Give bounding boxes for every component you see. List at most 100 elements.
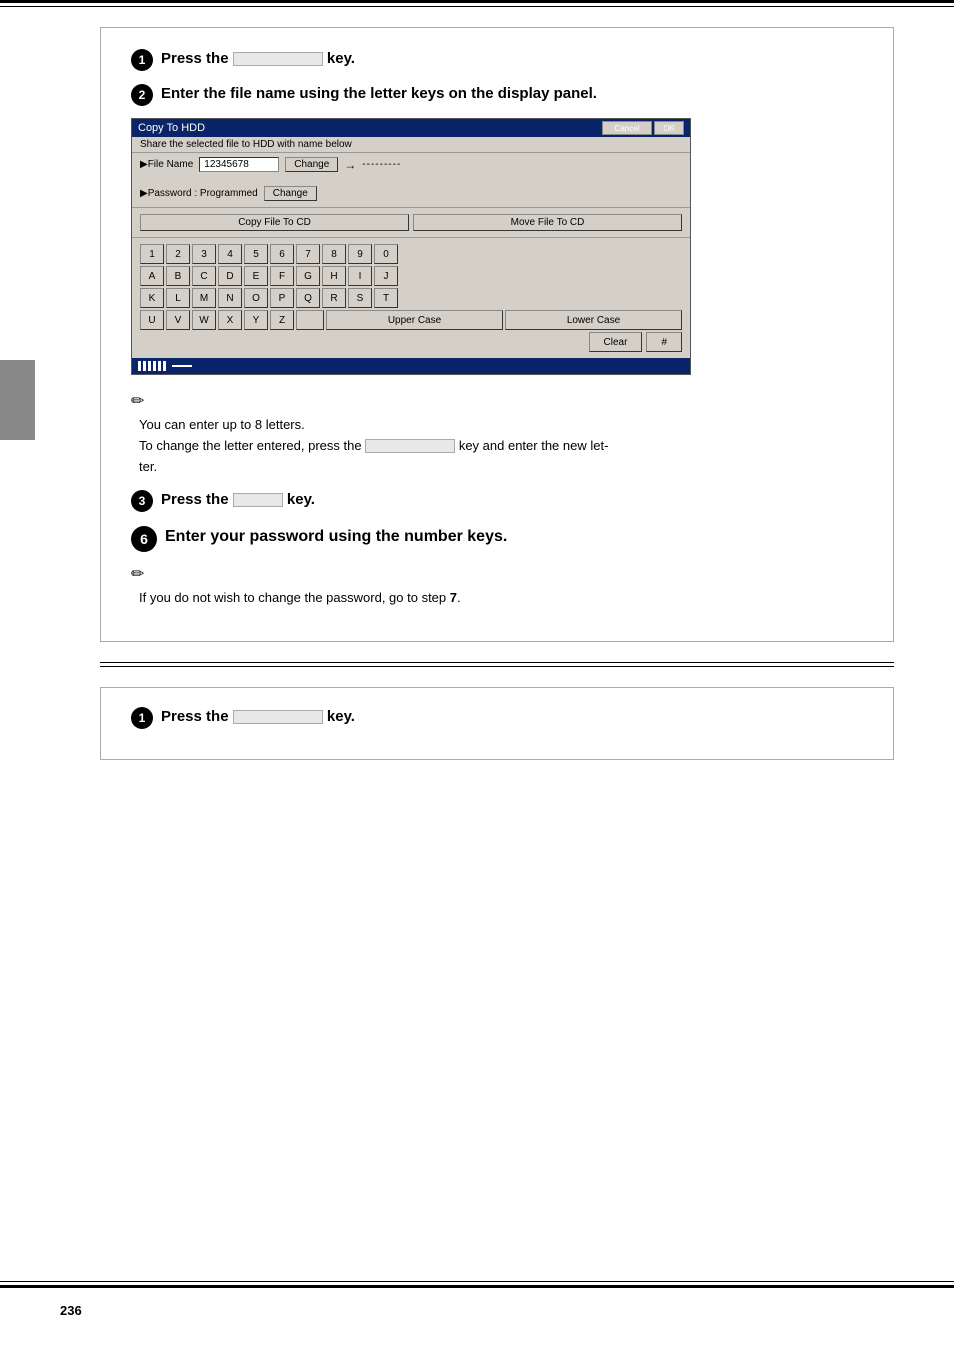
ui-filename-input[interactable]: 12345678 xyxy=(199,157,279,172)
step2-row: 2 2 Enter the file name using the letter… xyxy=(131,83,863,106)
kb-key-4[interactable]: 4 xyxy=(218,244,242,264)
kb-key-h[interactable]: H xyxy=(322,266,346,286)
ui-arrow: → xyxy=(344,158,356,172)
mid-divider-thin2 xyxy=(100,666,894,667)
ui-change-btn2[interactable]: Change xyxy=(264,186,317,201)
kb-key-0[interactable]: 0 xyxy=(374,244,398,264)
kb-key-7[interactable]: 7 xyxy=(296,244,320,264)
ui-dashes: --------- xyxy=(362,159,401,170)
kb-key-e[interactable]: E xyxy=(244,266,268,286)
ui-keyboard: 1 2 3 4 5 6 7 8 9 0 A B xyxy=(132,240,690,358)
kb-key-lowercase[interactable]: Lower Case xyxy=(505,310,682,330)
step1-suffix: key. xyxy=(327,50,355,67)
ui-title: Copy To HDD xyxy=(138,122,205,134)
step3-suffix: key. xyxy=(287,491,315,508)
kb-key-2[interactable]: 2 xyxy=(166,244,190,264)
kb-key-y[interactable]: Y xyxy=(244,310,268,330)
step3-row: 3 3 Press the key. xyxy=(131,489,863,512)
section1-box: 1 Press the key. 2 2 Enter the file name… xyxy=(100,27,894,642)
kb-key-5[interactable]: 5 xyxy=(244,244,268,264)
ui-password-label: ▶Password : Programmed xyxy=(140,188,258,199)
kb-key-3[interactable]: 3 xyxy=(192,244,216,264)
ui-status-bar xyxy=(132,358,690,374)
sec2-step1-circle: 1 xyxy=(131,707,153,729)
kb-key-t[interactable]: T xyxy=(374,288,398,308)
note1-section: ✏ You can enter up to 8 letters. To chan… xyxy=(131,391,863,477)
note2-section: ✏ If you do not wish to change the passw… xyxy=(131,564,863,609)
note1-line3: ter. xyxy=(139,457,863,478)
kb-row-a-j: A B C D E F G H I J xyxy=(140,266,682,286)
ui-status-line xyxy=(172,365,192,367)
ok-btn-title[interactable]: OK xyxy=(654,121,684,135)
kb-key-u[interactable]: U xyxy=(140,310,164,330)
step1-text: Press the key. xyxy=(161,48,355,69)
step3-key-placeholder xyxy=(233,493,283,507)
kb-key-l[interactable]: L xyxy=(166,288,190,308)
kb-key-d[interactable]: D xyxy=(218,266,242,286)
cancel-btn-title[interactable]: Cancel xyxy=(602,121,652,135)
kb-key-p[interactable]: P xyxy=(270,288,294,308)
kb-key-j[interactable]: J xyxy=(374,266,398,286)
side-tab xyxy=(0,360,35,440)
step1-key-placeholder xyxy=(233,52,323,66)
step1-row: 1 Press the key. xyxy=(131,48,863,71)
page-number: 236 xyxy=(60,1303,82,1318)
kb-key-8[interactable]: 8 xyxy=(322,244,346,264)
pencil-icon1: ✏ xyxy=(131,391,144,411)
ui-copy-cd-btn[interactable]: Copy File To CD xyxy=(140,214,409,231)
kb-key-z[interactable]: Z xyxy=(270,310,294,330)
step3-circle-display: 3 xyxy=(131,490,153,512)
kb-key-hash[interactable]: # xyxy=(646,332,682,352)
note1-line2: To change the letter entered, press the … xyxy=(139,436,863,457)
step1-prefix: Press the xyxy=(161,50,229,67)
ui-subtitle: Share the selected file to HDD with name… xyxy=(132,137,690,153)
kb-key-w[interactable]: W xyxy=(192,310,216,330)
step3-text: Press the key. xyxy=(161,489,315,510)
kb-key-r[interactable]: R xyxy=(322,288,346,308)
kb-key-a[interactable]: A xyxy=(140,266,164,286)
sec2-step1-text: Press the key. xyxy=(161,706,355,727)
ui-move-cd-btn[interactable]: Move File To CD xyxy=(413,214,682,231)
ui-titlebar: Copy To HDD Cancel OK xyxy=(132,119,690,137)
step6-row: 6 Enter your password using the number k… xyxy=(131,526,863,552)
ui-dialog-box: Copy To HDD Cancel OK Share the selected… xyxy=(131,118,691,375)
step1-circle: 1 xyxy=(131,49,153,71)
kb-key-b[interactable]: B xyxy=(166,266,190,286)
kb-key-s[interactable]: S xyxy=(348,288,372,308)
note1-line1: You can enter up to 8 letters. xyxy=(139,415,863,436)
kb-key-6[interactable]: 6 xyxy=(270,244,294,264)
page-container: 1 Press the key. 2 2 Enter the file name… xyxy=(0,0,954,1348)
kb-key-f[interactable]: F xyxy=(270,266,294,286)
kb-key-clear[interactable]: Clear xyxy=(589,332,643,352)
kb-key-9[interactable]: 9 xyxy=(348,244,372,264)
main-content: 1 Press the key. 2 2 Enter the file name… xyxy=(0,7,954,780)
ui-change-btn1[interactable]: Change xyxy=(285,157,338,172)
kb-key-space[interactable] xyxy=(296,310,324,330)
kb-key-m[interactable]: M xyxy=(192,288,216,308)
kb-key-g[interactable]: G xyxy=(296,266,320,286)
ui-filename-label: ▶File Name xyxy=(140,159,193,170)
kb-row-numbers: 1 2 3 4 5 6 7 8 9 0 xyxy=(140,244,682,264)
kb-key-1[interactable]: 1 xyxy=(140,244,164,264)
kb-key-n[interactable]: N xyxy=(218,288,242,308)
sec2-step1-key xyxy=(233,710,323,724)
kb-row-k-t: K L M N O P Q R S T xyxy=(140,288,682,308)
note2-text: If you do not wish to change the passwor… xyxy=(131,588,863,609)
kb-key-i[interactable]: I xyxy=(348,266,372,286)
ui-titlebar-buttons: Cancel OK xyxy=(602,121,684,135)
pencil-icon2: ✏ xyxy=(131,564,144,584)
ui-separator2 xyxy=(132,237,690,238)
kb-key-o[interactable]: O xyxy=(244,288,268,308)
ui-status-indicator xyxy=(138,361,168,371)
kb-key-c[interactable]: C xyxy=(192,266,216,286)
kb-key-x[interactable]: X xyxy=(218,310,242,330)
note1-text: You can enter up to 8 letters. To change… xyxy=(131,415,863,477)
kb-key-v[interactable]: V xyxy=(166,310,190,330)
step6-circle: 6 xyxy=(131,526,157,552)
sec2-step1-row: 1 Press the key. xyxy=(131,706,863,729)
step3-prefix: Press the xyxy=(161,491,229,508)
sec2-step1-suffix: key. xyxy=(327,708,355,725)
kb-key-k[interactable]: K xyxy=(140,288,164,308)
kb-key-q[interactable]: Q xyxy=(296,288,320,308)
kb-key-uppercase[interactable]: Upper Case xyxy=(326,310,503,330)
